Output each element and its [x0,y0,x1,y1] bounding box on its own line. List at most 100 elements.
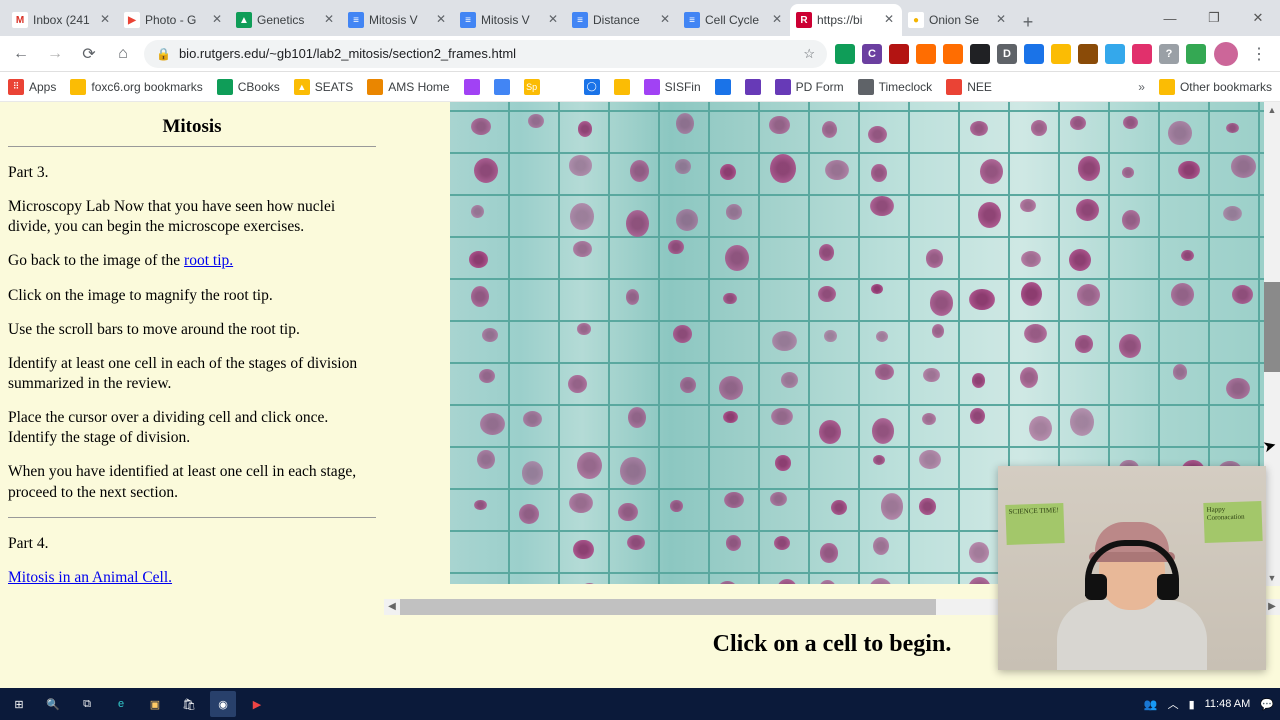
extension-icon[interactable] [1186,44,1206,64]
notifications-icon[interactable]: 💬 [1260,698,1274,711]
close-tab-icon[interactable]: ✕ [994,13,1008,27]
root-tip-link[interactable]: root tip. [184,252,233,269]
extension-icon[interactable] [916,44,936,64]
bookmark-item[interactable] [464,79,480,95]
kebab-menu-icon[interactable]: ⋮ [1246,41,1272,67]
p-identify: Identify at least one cell in each of th… [8,354,376,394]
bookmark-icon [70,79,86,95]
bookmark-item[interactable] [494,79,510,95]
extension-icon[interactable] [1132,44,1152,64]
bookmark-item[interactable]: AMS Home [367,79,449,95]
browser-tab[interactable]: ≡Distance✕ [566,4,678,36]
app-icon[interactable]: ▶ [244,691,270,717]
close-window-button[interactable]: ✕ [1236,0,1280,36]
task-view-icon[interactable]: ⧉ [74,691,100,717]
extension-icon[interactable]: D [997,44,1017,64]
animal-cell-link[interactable]: Mitosis in an Animal Cell. [8,569,172,586]
extension-icon[interactable] [835,44,855,64]
browser-tab[interactable]: ●Onion Se✕ [902,4,1014,36]
vertical-scroll-thumb[interactable] [1264,282,1280,372]
scroll-down-arrow[interactable]: ▼ [1264,570,1280,586]
edge-icon[interactable]: e [108,691,134,717]
store-icon[interactable]: 🛍 [176,691,202,717]
bookmark-item[interactable]: NEE [946,79,992,95]
browser-tab[interactable]: ≡Mitosis V✕ [342,4,454,36]
network-icon[interactable]: ▮ [1189,698,1195,711]
bookmark-icon [745,79,761,95]
browser-tab[interactable]: ≡Cell Cycle✕ [678,4,790,36]
scroll-right-arrow[interactable]: ▶ [1264,599,1280,615]
close-tab-icon[interactable]: ✕ [546,13,560,27]
people-icon[interactable]: 👥 [1144,698,1158,711]
clock[interactable]: 11:48 AM [1205,698,1251,710]
bookmark-item[interactable]: ▲SEATS [294,79,353,95]
tab-title: Inbox (241 [33,13,93,27]
tray-chevron-icon[interactable]: ︿ [1168,696,1179,712]
close-tab-icon[interactable]: ✕ [882,13,896,27]
bookmarks-overflow-icon[interactable]: » [1138,80,1145,94]
close-tab-icon[interactable]: ✕ [210,13,224,27]
extension-icon[interactable] [1105,44,1125,64]
browser-tab[interactable]: Rhttps://bi✕ [790,4,902,36]
close-tab-icon[interactable]: ✕ [770,13,784,27]
scroll-left-arrow[interactable]: ◀ [384,599,400,615]
extension-icon[interactable] [1024,44,1044,64]
extension-icon[interactable]: ? [1159,44,1179,64]
extension-icon[interactable] [970,44,990,64]
minimize-button[interactable]: ― [1148,0,1192,36]
extension-icon[interactable] [1078,44,1098,64]
bookmark-item[interactable]: ⠿Apps [8,79,56,95]
bookmarks-bar: ⠿Apps foxc6.org bookmarks CBooks ▲SEATS AMS … [0,72,1280,102]
browser-tab[interactable]: ≡Mitosis V✕ [454,4,566,36]
forward-button[interactable]: → [42,41,68,67]
start-button[interactable]: ⊞ [6,691,32,717]
bookmark-item[interactable]: Sp [524,79,540,95]
bookmark-item[interactable]: SISFin [644,79,701,95]
reload-button[interactable]: ⟳ [76,41,102,67]
url-text: bio.rutgers.edu/~gb101/lab2_mitosis/sect… [179,46,516,61]
extension-icon[interactable] [889,44,909,64]
vertical-scrollbar[interactable]: ▲ ▼ [1264,102,1280,586]
other-bookmarks-folder[interactable]: Other bookmarks [1159,79,1272,95]
tab-title: Distance [593,13,653,27]
bookmark-item[interactable]: ◯ [584,79,600,95]
bookmark-item[interactable]: PD Form [775,79,844,95]
extension-icon[interactable] [1051,44,1071,64]
address-bar[interactable]: 🔒 bio.rutgers.edu/~gb101/lab2_mitosis/se… [144,40,827,68]
tab-favicon: ≡ [348,12,364,28]
close-tab-icon[interactable]: ✕ [322,13,336,27]
bookmark-item[interactable]: G [554,79,570,95]
bookmark-item[interactable]: Timeclock [858,79,933,95]
bookmark-icon: G [554,79,570,95]
p-click: Click on the image to magnify the root t… [8,286,376,306]
close-tab-icon[interactable]: ✕ [658,13,672,27]
home-button[interactable]: ⌂ [110,41,136,67]
chrome-icon[interactable]: ◉ [210,691,236,717]
profile-avatar[interactable] [1214,42,1238,66]
extension-icon[interactable]: C [862,44,882,64]
close-tab-icon[interactable]: ✕ [98,13,112,27]
horizontal-scroll-thumb[interactable] [400,599,936,615]
bookmark-icon: ▲ [294,79,310,95]
system-tray: 👥 ︿ ▮ 11:48 AM 💬 [1144,696,1274,712]
extension-icon[interactable] [943,44,963,64]
webcam-person [1057,500,1207,670]
maximize-button[interactable]: ❐ [1192,0,1236,36]
browser-tab[interactable]: ▲Genetics✕ [230,4,342,36]
bookmark-item[interactable] [614,79,630,95]
new-tab-button[interactable]: + [1014,8,1042,36]
file-explorer-icon[interactable]: ▣ [142,691,168,717]
bookmark-item[interactable]: CBooks [217,79,280,95]
tab-favicon: ▶ [124,12,140,28]
close-tab-icon[interactable]: ✕ [434,13,448,27]
browser-tab[interactable]: MInbox (241✕ [6,4,118,36]
scroll-up-arrow[interactable]: ▲ [1264,102,1280,118]
browser-tab[interactable]: ▶Photo - G✕ [118,4,230,36]
star-icon[interactable]: ☆ [803,46,815,62]
bookmark-item[interactable]: foxc6.org bookmarks [70,79,202,95]
bookmark-item[interactable] [745,79,761,95]
page-content: Mitosis Part 3. Microscopy Lab Now that … [0,102,1280,688]
back-button[interactable]: ← [8,41,34,67]
bookmark-item[interactable] [715,79,731,95]
search-icon[interactable]: 🔍 [40,691,66,717]
